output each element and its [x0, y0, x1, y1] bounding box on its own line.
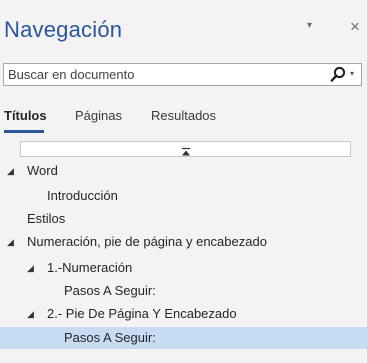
tree-item-label: 1.-Numeración [47, 260, 133, 275]
tree-item-pasos-a-seguir-selected[interactable]: Pasos A Seguir: [0, 327, 367, 349]
tree-item-word[interactable]: ◢ Word [0, 160, 367, 182]
tree-item-label: Numeración, pie de página y encabezado [27, 234, 267, 249]
tree-item-label: Pasos A Seguir: [64, 330, 156, 345]
tree-item-label: Introducción [47, 188, 118, 203]
tree-item-numeracion-pie-encabezado[interactable]: ◢ Numeración, pie de página y encabezado [0, 231, 367, 253]
tree-item-introduccion[interactable]: Introducción [0, 185, 367, 207]
tree-item-label: 2.- Pie De Página Y Encabezado [47, 306, 237, 321]
tree-item-numeracion[interactable]: ◢ 1.-Numeración [0, 257, 367, 279]
tree-item-estilos[interactable]: Estilos [0, 208, 367, 230]
expanded-arrow-icon[interactable]: ◢ [27, 303, 34, 325]
heading-tree: ◢ Word Introducción Estilos ◢ Numeración… [0, 0, 367, 363]
expanded-arrow-icon[interactable]: ◢ [27, 257, 34, 279]
tree-item-label: Word [27, 163, 58, 178]
tree-item-label: Pasos A Seguir: [64, 283, 156, 298]
navigation-pane: Navegación ▾ × ▾ Títulos Páginas Resulta… [0, 0, 367, 363]
tree-item-label: Estilos [27, 211, 66, 226]
expanded-arrow-icon[interactable]: ◢ [7, 160, 14, 182]
expanded-arrow-icon[interactable]: ◢ [7, 231, 14, 253]
tree-item-pasos-a-seguir[interactable]: Pasos A Seguir: [0, 280, 367, 302]
tree-item-pie-de-pagina[interactable]: ◢ 2.- Pie De Página Y Encabezado [0, 303, 367, 325]
